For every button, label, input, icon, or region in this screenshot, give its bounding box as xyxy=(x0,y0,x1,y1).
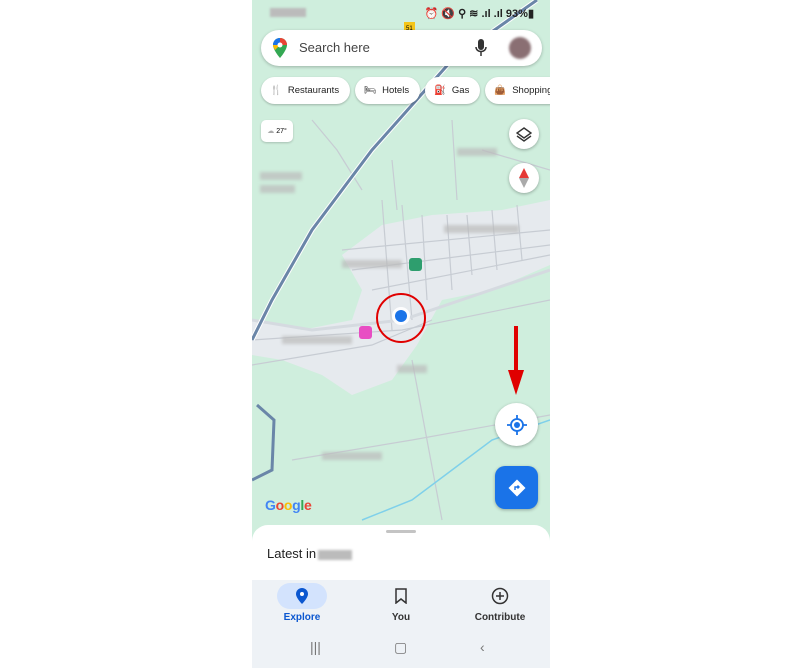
shopping-bag-icon: 👜 xyxy=(494,85,507,96)
crosshair-icon xyxy=(506,414,527,435)
nav-explore[interactable]: Explore xyxy=(252,583,352,623)
plus-circle-icon xyxy=(475,583,525,609)
back-icon[interactable]: ‹ xyxy=(480,639,485,655)
search-bar[interactable]: Search here xyxy=(261,30,542,66)
poi-marker[interactable] xyxy=(409,258,422,271)
blurred-place-name xyxy=(318,549,353,560)
location-pin-icon xyxy=(277,583,327,609)
google-maps-pin-icon xyxy=(273,38,287,58)
layers-button[interactable] xyxy=(509,119,539,149)
search-input[interactable]: Search here xyxy=(299,40,370,55)
fork-knife-icon: 🍴 xyxy=(270,85,282,96)
time-blurred xyxy=(270,8,306,17)
nav-you[interactable]: You xyxy=(351,583,451,623)
current-location-dot xyxy=(395,310,407,322)
chip-shopping[interactable]: 👜 Shopping xyxy=(485,77,550,104)
bottom-navigation: Explore You Contribute xyxy=(252,580,550,630)
compass-button[interactable] xyxy=(509,163,539,193)
category-chips: 🍴 Restaurants 🛏 Hotels ⛽ Gas 👜 Shopping xyxy=(261,77,550,104)
cloud-icon: ☁ xyxy=(267,128,275,135)
system-navigation-bar: ||| ▢ ‹ xyxy=(252,630,550,668)
nav-contribute[interactable]: Contribute xyxy=(450,583,550,623)
directions-icon xyxy=(508,479,525,496)
compass-icon xyxy=(519,168,529,188)
microphone-icon[interactable] xyxy=(475,39,487,57)
battery-level: 93% xyxy=(505,8,528,20)
weather-badge[interactable]: ☁ 27° xyxy=(261,120,293,142)
phone-screen: 51 ⏰ 🔇 ⚲ ≋ .ıl .ıl 93%▮ Search here 🍴 Re… xyxy=(252,0,550,668)
chip-hotels[interactable]: 🛏 Hotels xyxy=(355,77,421,104)
layers-icon xyxy=(516,127,532,142)
battery-icon: ▮ xyxy=(527,8,534,20)
chip-restaurants[interactable]: 🍴 Restaurants xyxy=(261,77,351,104)
sheet-drag-handle[interactable] xyxy=(386,530,416,533)
bed-icon: 🛏 xyxy=(364,85,377,96)
directions-button[interactable] xyxy=(495,466,538,509)
home-icon[interactable]: ▢ xyxy=(394,639,407,656)
poi-marker[interactable] xyxy=(359,326,372,339)
bookmark-icon xyxy=(376,583,426,609)
status-icons: ⏰ 🔇 ⚲ ≋ .ıl .ıl xyxy=(424,8,506,20)
my-location-button[interactable] xyxy=(495,403,538,446)
chip-gas[interactable]: ⛽ Gas xyxy=(425,77,481,104)
account-avatar[interactable] xyxy=(509,37,531,59)
sheet-title: Latest in xyxy=(267,546,353,561)
bottom-sheet[interactable]: Latest in xyxy=(252,525,550,581)
google-logo: Google xyxy=(265,497,312,513)
status-bar: ⏰ 🔇 ⚲ ≋ .ıl .ıl 93%▮ xyxy=(252,6,550,22)
recents-icon[interactable]: ||| xyxy=(310,639,321,655)
gas-pump-icon: ⛽ xyxy=(434,85,446,96)
